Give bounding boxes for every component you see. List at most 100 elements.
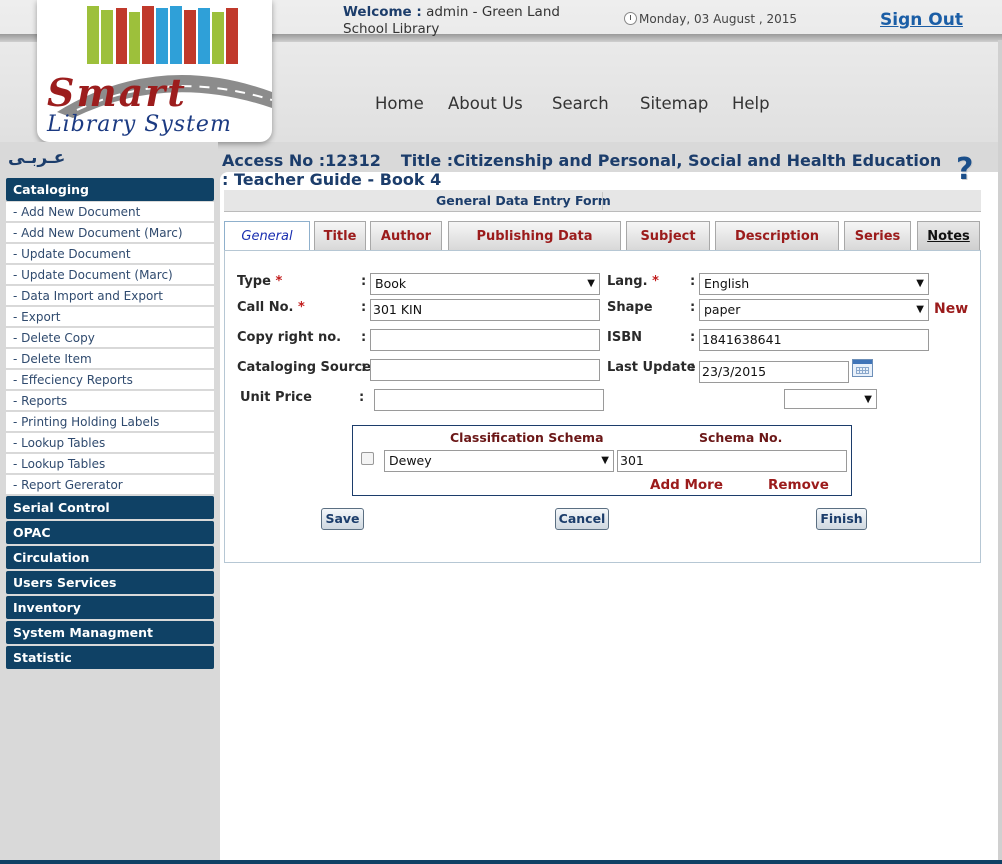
type-select[interactable]: Book ▼	[370, 273, 600, 295]
calendar-icon[interactable]	[852, 359, 873, 377]
sidebar-section-opac[interactable]: OPAC	[6, 521, 214, 544]
nav-help[interactable]: Help	[732, 94, 770, 113]
right-edge	[998, 40, 1002, 860]
copyright-label: Copy right no.	[237, 330, 342, 345]
finish-button[interactable]: Finish	[816, 508, 867, 530]
form-title-bar: General Data Entry Form	[224, 190, 981, 212]
type-select-value: Book	[375, 276, 407, 291]
help-icon[interactable]: ?	[956, 152, 973, 187]
sidebar-item-export[interactable]: - Export	[6, 307, 214, 327]
sidebar-item-reports[interactable]: - Reports	[6, 391, 214, 411]
tab-bar: General Title Author Publishing Data Sub…	[224, 220, 981, 250]
unit-price-input[interactable]	[374, 389, 604, 411]
tab-series[interactable]: Series	[844, 221, 911, 250]
sidebar-item-add-new-document-marc[interactable]: - Add New Document (Marc)	[6, 223, 214, 243]
colon: :	[361, 274, 367, 289]
type-label: Type *	[237, 274, 283, 289]
isbn-label: ISBN	[607, 330, 642, 345]
colon: :	[361, 360, 367, 375]
cancel-button[interactable]: Cancel	[555, 508, 609, 530]
sidebar-item-add-new-document[interactable]: - Add New Document	[6, 202, 214, 222]
colon: :	[359, 390, 365, 405]
sidebar-item-update-document[interactable]: - Update Document	[6, 244, 214, 264]
last-update-label: Last Update	[607, 360, 696, 375]
classification-row-checkbox[interactable]	[361, 452, 374, 465]
sidebar-item-lookup-tables-2[interactable]: - Lookup Tables	[6, 454, 214, 474]
sidebar-section-statistic[interactable]: Statistic	[6, 646, 214, 669]
access-number: Access No :12312	[222, 151, 381, 170]
nav-sitemap[interactable]: Sitemap	[640, 94, 708, 113]
last-update-input[interactable]: 23/3/2015	[699, 361, 849, 383]
chevron-down-icon: ▼	[864, 394, 872, 405]
shape-select[interactable]: paper ▼	[699, 299, 929, 321]
classification-schema-value: Dewey	[389, 453, 432, 468]
form-title: General Data Entry Form	[436, 193, 611, 208]
sidebar-item-delete-copy[interactable]: - Delete Copy	[6, 328, 214, 348]
call-no-label: Call No. *	[237, 300, 305, 315]
page-title: Access No :12312 Title :Citizenship and P…	[222, 151, 942, 189]
footer-line	[0, 860, 1002, 864]
arabic-language-link[interactable]: عـربـى	[8, 148, 65, 168]
sidebar-item-data-import-export[interactable]: - Data Import and Export	[6, 286, 214, 306]
sidebar-item-update-document-marc[interactable]: - Update Document (Marc)	[6, 265, 214, 285]
remove-link[interactable]: Remove	[768, 477, 829, 493]
sidebar-item-lookup-tables-1[interactable]: - Lookup Tables	[6, 433, 214, 453]
shape-label: Shape	[607, 300, 653, 315]
sidebar-section-users-services[interactable]: Users Services	[6, 571, 214, 594]
classification-schema-header: Classification Schema	[450, 430, 604, 445]
colon: :	[690, 360, 696, 375]
tab-author[interactable]: Author	[370, 221, 442, 250]
schema-no-input[interactable]: 301	[617, 450, 847, 472]
colon: :	[690, 330, 696, 345]
shape-select-value: paper	[704, 302, 741, 317]
chevron-down-icon: ▼	[587, 278, 595, 289]
chevron-down-icon: ▼	[916, 304, 924, 315]
sidebar-section-system-management[interactable]: System Managment	[6, 621, 214, 644]
logo-smart-text: Smart	[47, 70, 187, 115]
sidebar-section-serial-control[interactable]: Serial Control	[6, 496, 214, 519]
language-select[interactable]: English ▼	[699, 273, 929, 295]
tab-subject[interactable]: Subject	[626, 221, 710, 250]
cataloging-source-label: Cataloging Source	[237, 360, 372, 375]
welcome-message: Welcome : admin - Green Land School Libr…	[343, 4, 573, 38]
call-no-input[interactable]: 301 KIN	[370, 299, 600, 321]
currency-select[interactable]: ▼	[784, 389, 877, 409]
tab-general[interactable]: General	[224, 221, 310, 250]
date-text: Monday, 03 August , 2015	[639, 12, 798, 26]
current-date: Monday, 03 August , 2015	[624, 12, 797, 26]
tab-publishing-data[interactable]: Publishing Data	[448, 221, 621, 250]
clock-icon	[624, 12, 637, 25]
sidebar-item-efficiency-reports[interactable]: - Effeciency Reports	[6, 370, 214, 390]
cataloging-source-input[interactable]	[370, 359, 600, 381]
sidebar-section-inventory[interactable]: Inventory	[6, 596, 214, 619]
nav-home[interactable]: Home	[375, 94, 424, 113]
add-more-link[interactable]: Add More	[650, 477, 723, 493]
sidebar-item-printing-holding-labels[interactable]: - Printing Holding Labels	[6, 412, 214, 432]
new-shape-link[interactable]: New	[934, 301, 968, 317]
chevron-down-icon: ▼	[916, 278, 924, 289]
tab-description[interactable]: Description	[715, 221, 839, 250]
copyright-input[interactable]	[370, 329, 600, 351]
colon: :	[361, 330, 367, 345]
tab-title[interactable]: Title	[314, 221, 366, 250]
classification-schema-select[interactable]: Dewey ▼	[384, 450, 614, 472]
logo[interactable]: Smart Library System	[37, 0, 272, 142]
colon: :	[690, 274, 696, 289]
sidebar-item-delete-item[interactable]: - Delete Item	[6, 349, 214, 369]
nav-search[interactable]: Search	[552, 94, 609, 113]
sidebar-item-report-generator[interactable]: - Report Gererator	[6, 475, 214, 495]
sidebar: عـربـى Cataloging - Add New Document - A…	[0, 142, 218, 864]
colon: :	[361, 300, 367, 315]
lang-label: Lang. *	[607, 274, 659, 289]
colon: :	[690, 300, 696, 315]
sign-out-link[interactable]: Sign Out	[880, 10, 963, 30]
sidebar-section-circulation[interactable]: Circulation	[6, 546, 214, 569]
divider	[602, 192, 603, 210]
sidebar-section-cataloging[interactable]: Cataloging	[6, 178, 214, 201]
logo-library-text: Library System	[47, 112, 232, 137]
nav-about-us[interactable]: About Us	[448, 94, 523, 113]
isbn-input[interactable]: 1841638641	[699, 329, 929, 351]
save-button[interactable]: Save	[321, 508, 364, 530]
tab-notes[interactable]: Notes	[917, 221, 980, 250]
classification-box: Classification Schema Schema No. Dewey ▼ …	[352, 425, 852, 496]
